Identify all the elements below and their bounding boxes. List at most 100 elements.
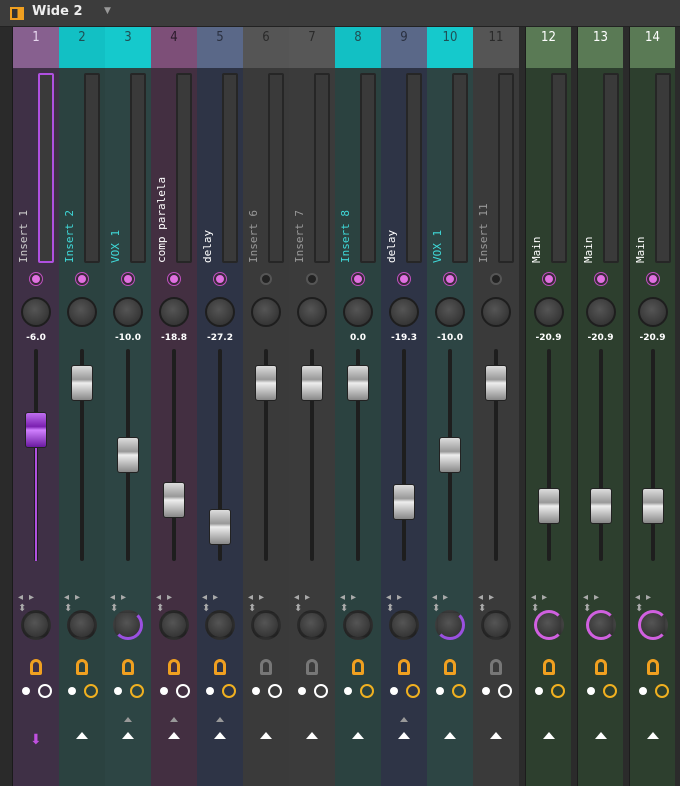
- route-arrow-icon[interactable]: [76, 732, 88, 739]
- track-name[interactable]: comp paralela: [155, 177, 168, 263]
- volume-fader[interactable]: [117, 437, 139, 473]
- record-arm-icon[interactable]: [68, 687, 76, 695]
- track-name[interactable]: Insert 8: [339, 210, 352, 263]
- effects-enable-icon[interactable]: [168, 659, 180, 675]
- track-number-header[interactable]: 8: [335, 27, 381, 68]
- stereo-separation-knob[interactable]: [389, 297, 419, 327]
- volume-fader[interactable]: [163, 481, 185, 518]
- track-enable-toggle[interactable]: [490, 273, 502, 285]
- track-name[interactable]: Insert 7: [293, 210, 306, 263]
- pan-knob[interactable]: [481, 610, 511, 640]
- volume-fader[interactable]: [209, 509, 231, 546]
- volume-fader[interactable]: [25, 411, 47, 448]
- record-arm-icon[interactable]: [206, 687, 214, 695]
- volume-fader[interactable]: [590, 487, 612, 524]
- pan-knob[interactable]: [159, 610, 189, 640]
- volume-fader[interactable]: [642, 487, 664, 524]
- track-name[interactable]: Insert 1: [17, 210, 30, 263]
- record-arm-icon[interactable]: [436, 687, 444, 695]
- latency-clock-icon[interactable]: [655, 684, 669, 698]
- record-arm-icon[interactable]: [344, 687, 352, 695]
- effects-enable-icon[interactable]: [398, 659, 410, 675]
- pan-knob[interactable]: [638, 610, 668, 640]
- track-enable-toggle[interactable]: [260, 273, 272, 285]
- route-arrow-icon[interactable]: [168, 732, 180, 739]
- volume-fader[interactable]: [393, 483, 415, 520]
- track-number-header[interactable]: 9: [381, 27, 427, 68]
- track-number-header[interactable]: 14: [630, 27, 675, 68]
- pan-knob[interactable]: [343, 610, 373, 640]
- route-arrow-icon[interactable]: [595, 732, 607, 739]
- track-name[interactable]: Main: [582, 237, 595, 264]
- stereo-separation-knob[interactable]: [586, 297, 616, 327]
- track-number-header[interactable]: 10: [427, 27, 473, 68]
- latency-clock-icon[interactable]: [551, 684, 565, 698]
- effects-enable-icon[interactable]: [76, 659, 88, 675]
- record-arm-icon[interactable]: [252, 687, 260, 695]
- track-number-header[interactable]: 6: [243, 27, 289, 68]
- volume-fader[interactable]: [71, 364, 93, 401]
- route-arrow-icon[interactable]: [398, 732, 410, 739]
- track-number-header[interactable]: 13: [578, 27, 623, 68]
- latency-clock-icon[interactable]: [360, 684, 374, 698]
- track-number-header[interactable]: 2: [59, 27, 105, 68]
- latency-clock-icon[interactable]: [84, 684, 98, 698]
- effects-enable-icon[interactable]: [543, 659, 555, 675]
- stereo-separation-knob[interactable]: [159, 297, 189, 327]
- route-arrow-icon[interactable]: [490, 732, 502, 739]
- route-arrow-icon[interactable]: [122, 732, 134, 739]
- latency-clock-icon[interactable]: [314, 684, 328, 698]
- effects-enable-icon[interactable]: [352, 659, 364, 675]
- pan-knob[interactable]: [251, 610, 281, 640]
- track-name[interactable]: Insert 2: [63, 210, 76, 263]
- pan-knob[interactable]: [113, 610, 143, 640]
- track-enable-toggle[interactable]: [595, 273, 607, 285]
- track-name[interactable]: VOX 1: [431, 230, 444, 263]
- track-number-header[interactable]: 12: [526, 27, 571, 68]
- track-enable-toggle[interactable]: [398, 273, 410, 285]
- pan-knob[interactable]: [586, 610, 616, 640]
- track-enable-toggle[interactable]: [214, 273, 226, 285]
- pan-knob[interactable]: [205, 610, 235, 640]
- route-arrow-icon[interactable]: [306, 732, 318, 739]
- layout-icon[interactable]: [10, 7, 24, 20]
- pan-knob[interactable]: [534, 610, 564, 640]
- track-name[interactable]: Insert 6: [247, 210, 260, 263]
- track-name[interactable]: Insert 11: [477, 203, 490, 263]
- latency-clock-icon[interactable]: [268, 684, 282, 698]
- effects-enable-icon[interactable]: [595, 659, 607, 675]
- latency-clock-icon[interactable]: [176, 684, 190, 698]
- record-arm-icon[interactable]: [639, 687, 647, 695]
- record-arm-icon[interactable]: [535, 687, 543, 695]
- track-name[interactable]: delay: [385, 230, 398, 263]
- pan-knob[interactable]: [435, 610, 465, 640]
- volume-fader[interactable]: [538, 487, 560, 524]
- stereo-separation-knob[interactable]: [534, 297, 564, 327]
- track-name[interactable]: Main: [530, 237, 543, 264]
- pan-knob[interactable]: [297, 610, 327, 640]
- stereo-separation-knob[interactable]: [205, 297, 235, 327]
- latency-clock-icon[interactable]: [130, 684, 144, 698]
- track-enable-toggle[interactable]: [352, 273, 364, 285]
- track-enable-toggle[interactable]: [647, 273, 659, 285]
- track-enable-toggle[interactable]: [444, 273, 456, 285]
- record-arm-icon[interactable]: [22, 687, 30, 695]
- pan-knob[interactable]: [21, 610, 51, 640]
- latency-clock-icon[interactable]: [452, 684, 466, 698]
- record-arm-icon[interactable]: [587, 687, 595, 695]
- route-down-icon[interactable]: ⬇: [30, 732, 42, 748]
- route-arrow-icon[interactable]: [543, 732, 555, 739]
- stereo-separation-knob[interactable]: [67, 297, 97, 327]
- latency-clock-icon[interactable]: [603, 684, 617, 698]
- effects-enable-icon[interactable]: [444, 659, 456, 675]
- track-name[interactable]: Main: [634, 237, 647, 264]
- effects-enable-icon[interactable]: [647, 659, 659, 675]
- pan-knob[interactable]: [389, 610, 419, 640]
- route-arrow-icon[interactable]: [214, 732, 226, 739]
- track-number-header[interactable]: 7: [289, 27, 335, 68]
- route-arrow-icon[interactable]: [352, 732, 364, 739]
- route-arrow-icon[interactable]: [444, 732, 456, 739]
- stereo-separation-knob[interactable]: [113, 297, 143, 327]
- effects-enable-icon[interactable]: [214, 659, 226, 675]
- volume-fader[interactable]: [439, 437, 461, 473]
